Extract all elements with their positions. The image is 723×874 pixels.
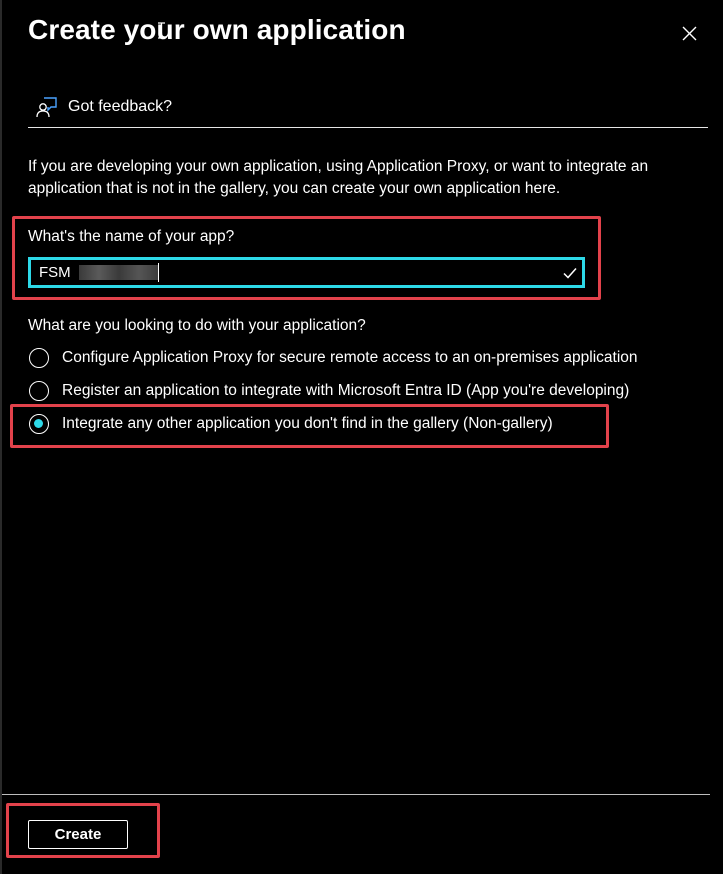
panel-title: Create your own application [28,14,406,45]
purpose-question: What are you looking to do with your app… [28,317,366,334]
description-text: If you are developing your own applicati… [28,158,649,197]
radio-button[interactable] [29,348,49,368]
feedback-bar: Got feedback? [28,92,708,128]
radio-button[interactable] [29,381,49,401]
radio-label: Configure Application Proxy for secure r… [62,349,638,366]
redacted-text [79,265,159,280]
text-cursor-icon [158,22,165,39]
app-name-input[interactable]: FSM [28,257,585,288]
radio-label: Register an application to integrate wit… [62,382,630,399]
text-caret [158,263,159,282]
app-name-value: FSM [39,264,71,281]
radio-option-non-gallery[interactable]: Integrate any other application you don'… [28,414,588,438]
app-name-label: What's the name of your app? [28,228,235,245]
feedback-link[interactable]: Got feedback? [68,98,172,116]
radio-label: Integrate any other application you don'… [62,415,553,432]
create-button[interactable]: Create [28,820,128,849]
footer-divider [2,794,710,795]
feedback-person-icon [36,97,57,118]
create-app-panel: Create your own application Got feedback… [0,0,723,874]
radio-button-selected[interactable] [29,414,49,434]
close-button[interactable] [674,20,704,48]
checkmark-icon [563,268,577,279]
radio-option-register-app[interactable]: Register an application to integrate wit… [28,381,688,405]
radio-option-app-proxy[interactable]: Configure Application Proxy for secure r… [28,348,688,372]
close-icon [682,26,697,41]
